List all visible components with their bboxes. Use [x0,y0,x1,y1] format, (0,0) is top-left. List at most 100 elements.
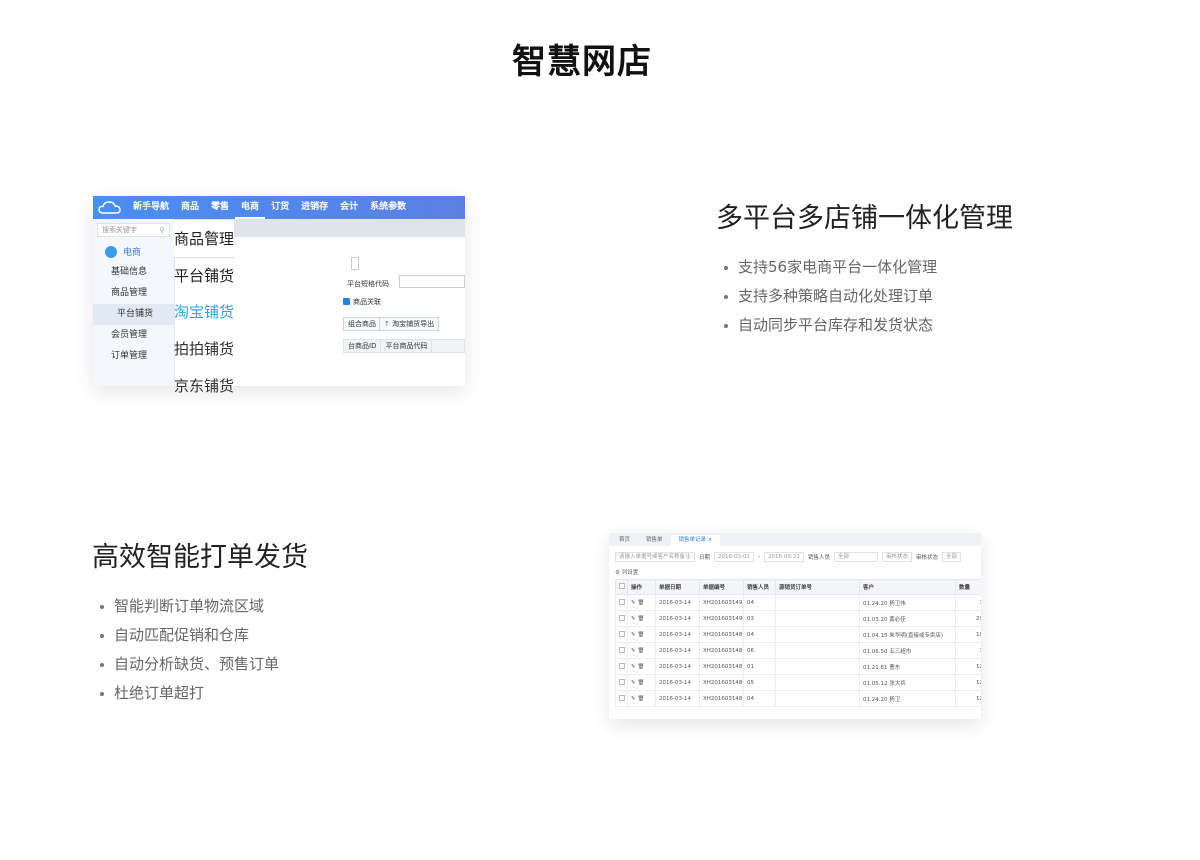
nav-item-order[interactable]: 订货 [265,196,295,219]
table-row[interactable]: ✎ 🗑 2016-03-14 XH2016031490 03 01.03.20 黄必佳 2… [615,610,981,627]
sidebar-item-basic-info[interactable]: 基础信息 [93,262,174,283]
close-icon[interactable]: × [708,537,713,543]
search-icon[interactable]: ⚲ [159,225,165,237]
ecommerce-screenshot: 新手导航 商品 零售 电商 订货 进销存 会计 系统参数 搜索关键字 ⚲ 电商 … [93,196,465,386]
nav-item-guide[interactable]: 新手导航 [127,196,175,219]
delete-icon[interactable]: 🗑 [637,696,644,702]
table-row[interactable]: ✎ 🗑 2016-03-14 XH2016031489 04 01.04.15 朱华明(… [615,626,981,643]
dropdown-option-taobao[interactable]: 淘宝铺货 [174,293,234,330]
nav-item-inventory[interactable]: 进销存 [295,196,334,219]
delete-icon[interactable]: 🗑 [637,664,644,670]
cell-source-order [775,594,860,611]
cell-date: 2016-03-14 [655,626,700,643]
tab-sales[interactable]: 销售单 [638,535,671,546]
cell-date: 2016-03-14 [655,658,700,675]
edit-icon[interactable]: ✎ [631,632,636,638]
dropdown-option-paipai[interactable]: 拍拍铺货 [174,330,234,367]
nav-item-goods[interactable]: 商品 [175,196,205,219]
taobao-export-button[interactable]: ↑ 淘宝铺货导出 [379,317,440,331]
select-all-checkbox[interactable] [615,579,628,595]
col-source-order: 源销货订单号 [775,579,860,595]
dropdown-goods-management[interactable]: 商品管理 ⌃ [174,220,235,257]
cell-quantity: 29 [955,610,981,627]
cell-quantity: 12 [955,690,981,707]
menu-dropdown: 商品管理 ⌃ 平台铺货 ⌃ 淘宝铺货 拍拍铺货 京东铺货 [174,220,235,404]
search-input[interactable]: 请输入单据号或客户名称备注 [615,551,695,562]
row-checkbox[interactable] [615,674,628,691]
cell-customer: 01.21.61 曹东 [859,658,956,675]
audit-status-select[interactable]: 审核状态 [881,551,912,562]
sidebar-header[interactable]: 电商 [93,241,174,262]
edit-icon[interactable]: ✎ [631,600,636,606]
edit-icon[interactable]: ✎ [631,648,636,654]
section1-title: 多平台多店铺一体化管理 [716,203,1013,234]
audit-select[interactable]: 全部 [942,551,962,562]
cell-number: XH2016031490 [699,610,744,627]
row-checkbox[interactable] [615,594,628,611]
tab-home[interactable]: 首页 [611,535,638,546]
cell-salesman: 03 [743,610,776,627]
row-checkbox[interactable] [615,658,628,675]
cell-salesman: 04 [743,690,776,707]
edit-icon[interactable]: ✎ [631,696,636,702]
delete-icon[interactable]: 🗑 [637,680,644,686]
col-platform-code: 平台商品代码 [381,340,433,352]
delete-icon[interactable]: 🗑 [637,616,644,622]
row-checkbox[interactable] [615,642,628,659]
row-checkbox[interactable] [615,610,628,627]
column-settings-button[interactable]: ⚙ 列设置 [609,567,981,579]
delete-icon[interactable]: 🗑 [637,632,644,638]
table-row[interactable]: ✎ 🗑 2016-03-14 XH2016031488 06 01.06.50 五三超市… [615,642,981,659]
cell-salesman: 06 [743,642,776,659]
nav-item-retail[interactable]: 零售 [205,196,235,219]
col-customer[interactable]: 客户 [859,579,956,595]
cell-number: XH2016031485 [699,690,744,707]
row-actions: ✎ 🗑 [627,642,656,659]
row-actions: ✎ 🗑 [627,674,656,691]
sidebar-item-orders[interactable]: 订单管理 [93,346,174,367]
date-separator: - [757,553,760,560]
cell-number: XH2016031487 [699,658,744,675]
table-row[interactable]: ✎ 🗑 2016-03-14 XH2016031486 05 01.05.12 张大兵 1… [615,674,981,691]
platform-code-input[interactable] [399,275,465,288]
delete-icon[interactable]: 🗑 [637,648,644,654]
section2-bullets: 智能判断订单物流区域 自动匹配促销和仓库 自动分析缺货、预售订单 杜绝订单超打 [99,592,279,708]
section1-bullet: 支持多种策略自动化处理订单 [723,282,937,311]
table-row[interactable]: ✎ 🗑2016-03-14XH20160314910401.24.20 杨卫伟1 [615,594,981,611]
nav-item-accounting[interactable]: 会计 [334,196,364,219]
date-from-input[interactable]: 2016-03-01 [714,551,754,562]
sidebar-search-input[interactable]: 搜索关键字 ⚲ [97,223,170,237]
salesman-select[interactable]: 全部 [833,551,878,562]
dropdown-platform-listing[interactable]: 平台铺货 ⌃ [174,257,235,293]
edit-icon[interactable]: ✎ [631,616,636,622]
filter-checkbox[interactable] [351,257,359,270]
dropdown-option-jd[interactable]: 京东铺货 [174,367,234,404]
row-actions: ✎ 🗑 [627,594,656,611]
section1-bullets: 支持56家电商平台一体化管理 支持多种策略自动化处理订单 自动同步平台库存和发货… [723,253,937,340]
nav-item-settings[interactable]: 系统参数 [364,196,412,219]
nav-item-ecommerce[interactable]: 电商 [235,196,266,219]
row-checkbox[interactable] [615,626,628,643]
section1-bullet: 自动同步平台库存和发货状态 [723,311,937,340]
sidebar-item-members[interactable]: 会员管理 [93,325,174,346]
col-date[interactable]: 单据日期 [655,579,700,595]
sidebar-item-goods-management[interactable]: 商品管理 [93,283,174,304]
delete-icon[interactable]: 🗑 [637,600,644,606]
col-salesman[interactable]: 销售人员 [743,579,776,595]
edit-icon[interactable]: ✎ [631,664,636,670]
column-settings-label: 列设置 [621,570,639,576]
sidebar-item-platform-listing[interactable]: 平台铺货 [93,304,174,325]
section2-bullet: 杜绝订单超打 [99,679,279,708]
date-to-input[interactable]: 2016-03-21 [763,551,804,562]
col-number[interactable]: 单据编号 [699,579,744,595]
goods-link-checkbox[interactable] [343,298,350,305]
table-row[interactable]: ✎ 🗑2016-03-14XH20160314870101.21.61 曹东12 [615,658,981,675]
cell-salesman: 05 [743,674,776,691]
table-header-row: 操作 单据日期 单据编号 销售人员 源销货订单号 客户 数量 [615,579,981,595]
row-checkbox[interactable] [615,690,628,707]
merge-goods-button[interactable]: 组合商品 [343,317,381,331]
tab-sales-records[interactable]: 销售单记录 × [670,535,721,546]
row-actions: ✎ 🗑 [627,658,656,675]
table-row[interactable]: ✎ 🗑2016-03-14XH20160314850401.24.20 杨卫12 [615,690,981,707]
edit-icon[interactable]: ✎ [631,680,636,686]
